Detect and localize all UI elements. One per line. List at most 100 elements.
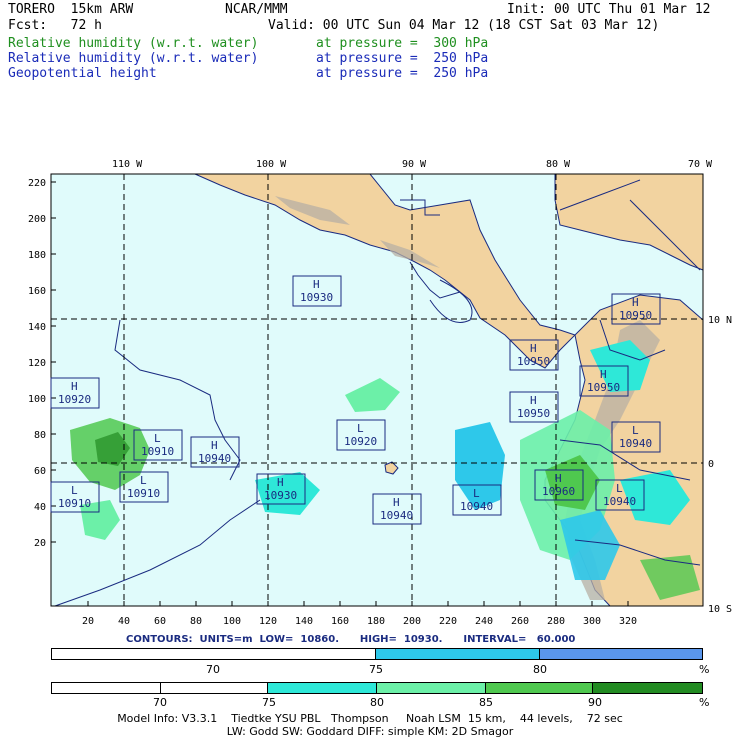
x-tick-label: 320 — [619, 616, 637, 627]
x-tick-label: 80 — [190, 616, 202, 627]
lon-label: 110 W — [112, 159, 143, 170]
colorbar-segment — [160, 683, 269, 693]
pressure-center-value: 10940 — [198, 452, 231, 465]
colorbar2-label: 70 — [153, 696, 167, 709]
y-tick-label: 60 — [34, 466, 46, 477]
pressure-center-type: L — [154, 432, 161, 445]
field-2-level: at pressure = 250 hPa — [316, 51, 489, 66]
x-tick-label: 200 — [403, 616, 421, 627]
lon-label: 70 W — [688, 159, 713, 170]
colorbar2-label: 75 — [262, 696, 276, 709]
x-tick-label: 60 — [154, 616, 166, 627]
y-tick-label: 20 — [34, 538, 46, 549]
pressure-center-value: 10910 — [141, 445, 174, 458]
pressure-center-type: H — [277, 476, 284, 489]
colorbar1-label: 70 — [206, 663, 220, 676]
field-1-level: at pressure = 300 hPa — [316, 36, 489, 51]
pressure-center-value: 10940 — [380, 509, 413, 522]
x-tick-label: 180 — [367, 616, 385, 627]
colorbar2-label: 85 — [479, 696, 493, 709]
pressure-center-value: 10950 — [619, 309, 652, 322]
valid-time: Valid: 00 UTC Sun 04 Mar 12 (18 CST Sat … — [268, 18, 660, 33]
pressure-center-value: 10940 — [460, 500, 493, 513]
lat-label: 0 — [708, 459, 714, 470]
colorbar1-label: 75 — [369, 663, 383, 676]
lat-labels: 10 N 0 10 S — [708, 315, 732, 615]
pressure-center-type: L — [473, 487, 480, 500]
pressure-center-value: 10930 — [300, 291, 333, 304]
lat-label: 10 N — [708, 315, 732, 326]
pressure-center-value: 10910 — [127, 487, 160, 500]
colorbar-300hpa — [51, 682, 703, 694]
lon-label: 100 W — [256, 159, 287, 170]
colorbar-segment — [377, 683, 486, 693]
pressure-center-value: 10930 — [264, 489, 297, 502]
field-2-name: Relative humidity (w.r.t. water) — [8, 51, 259, 66]
lon-labels: 110 W 100 W 90 W 80 W 70 W — [112, 159, 713, 170]
init-time: Init: 00 UTC Thu 01 Mar 12 — [507, 2, 711, 17]
y-tick-label: 120 — [28, 358, 46, 369]
x-tick-label: 100 — [223, 616, 241, 627]
pressure-center-type: H — [211, 439, 218, 452]
pressure-center-type: H — [71, 380, 78, 393]
pressure-center-type: H — [600, 368, 607, 381]
y-tick-label: 140 — [28, 322, 46, 333]
pressure-center-type: H — [530, 342, 537, 355]
pressure-center-type: L — [71, 484, 78, 497]
y-tick-label: 80 — [34, 430, 46, 441]
field-1-name: Relative humidity (w.r.t. water) — [8, 36, 259, 51]
pressure-center-value: 10950 — [517, 355, 550, 368]
model-info-line2: LW: Godd SW: Goddard DIFF: simple KM: 2D… — [226, 725, 514, 738]
x-tick-label: 20 — [82, 616, 94, 627]
colorbar2-label: 80 — [370, 696, 384, 709]
center-name: NCAR/MMM — [225, 2, 288, 17]
pressure-center-value: 10950 — [587, 381, 620, 394]
y-tick-label: 160 — [28, 286, 46, 297]
y-tick-label: 220 — [28, 178, 46, 189]
weather-map: 110 W 100 W 90 W 80 W 70 W 10 N 0 10 S 2… — [28, 159, 732, 627]
pressure-center-value: 10920 — [58, 393, 91, 406]
x-tick-label: 260 — [511, 616, 529, 627]
x-tick-label: 40 — [118, 616, 130, 627]
model-info-line1: Model Info: V3.3.1 Tiedtke YSU PBL Thomp… — [117, 712, 623, 725]
colorbar-segment — [593, 683, 703, 693]
x-tick-label: 220 — [439, 616, 457, 627]
x-tick-label: 280 — [547, 616, 565, 627]
pressure-center-type: H — [632, 296, 639, 309]
pressure-center-type: L — [632, 424, 639, 437]
x-tick-label: 140 — [295, 616, 313, 627]
y-tick-label: 40 — [34, 502, 46, 513]
pressure-center-value: 10920 — [344, 435, 377, 448]
colorbar-segment — [268, 683, 378, 693]
pressure-center-type: L — [357, 422, 364, 435]
colorbar-250hpa — [51, 648, 703, 660]
pressure-center-type: H — [555, 472, 562, 485]
pressure-center-type: H — [313, 278, 320, 291]
x-tick-label: 160 — [331, 616, 349, 627]
lon-label: 80 W — [546, 159, 571, 170]
x-tick-label: 240 — [475, 616, 493, 627]
pressure-center-value: 10940 — [603, 495, 636, 508]
contours-info: CONTOURS: UNITS=m LOW= 10860. HIGH= 1093… — [126, 634, 576, 645]
y-tick-label: 100 — [28, 394, 46, 405]
forecast-hour: Fcst: 72 h — [8, 18, 102, 33]
colorbar-segment — [52, 683, 161, 693]
pressure-center-value: 10960 — [542, 485, 575, 498]
colorbar-segment — [485, 683, 594, 693]
field-3-name: Geopotential height — [8, 66, 157, 81]
colorbar2-unit: % — [699, 696, 710, 709]
pressure-center-type: L — [616, 482, 623, 495]
x-tick-label: 120 — [259, 616, 277, 627]
pressure-center-type: L — [140, 474, 147, 487]
lat-label: 10 S — [708, 604, 732, 615]
field-3-level: at pressure = 250 hPa — [316, 66, 489, 81]
y-tick-label: 180 — [28, 250, 46, 261]
colorbar-segment — [52, 649, 376, 659]
pressure-center-value: 10950 — [517, 407, 550, 420]
x-tick-label: 300 — [583, 616, 601, 627]
colorbar-segment — [539, 649, 702, 659]
pressure-center-value: 10910 — [58, 497, 91, 510]
colorbar1-unit: % — [699, 663, 710, 676]
colorbar2-label: 90 — [588, 696, 602, 709]
colorbar-segment — [376, 649, 540, 659]
